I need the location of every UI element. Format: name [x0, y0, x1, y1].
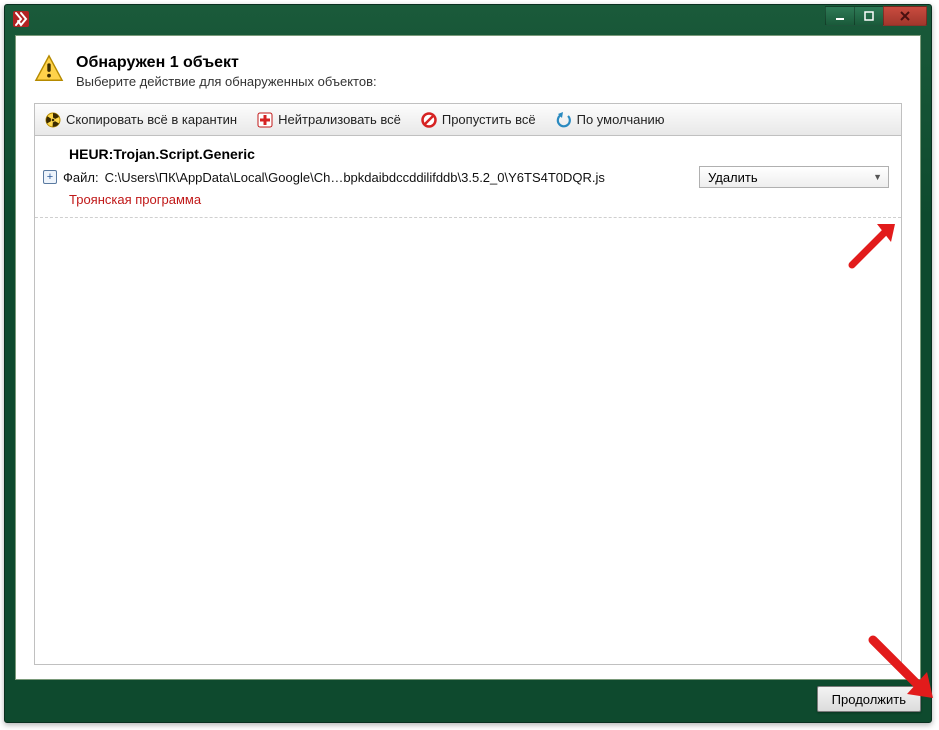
warning-icon: [34, 54, 64, 84]
neutralize-all-label: Нейтрализовать всё: [278, 112, 401, 127]
undo-icon: [556, 112, 572, 128]
client-area: Обнаружен 1 объект Выберите действие для…: [15, 35, 921, 680]
action-dropdown[interactable]: Удалить ▼: [699, 166, 889, 188]
close-button[interactable]: [883, 6, 927, 26]
app-icon: [13, 11, 29, 27]
file-label: Файл:: [63, 170, 99, 185]
dialog-window: Обнаружен 1 объект Выберите действие для…: [4, 4, 932, 723]
neutralize-all-button[interactable]: Нейтрализовать всё: [257, 112, 401, 128]
header-text: Обнаружен 1 объект Выберите действие для…: [76, 54, 377, 89]
header-subtitle: Выберите действие для обнаруженных объек…: [76, 74, 377, 89]
dialog-header: Обнаружен 1 объект Выберите действие для…: [34, 54, 902, 89]
action-selected-label: Удалить: [708, 170, 758, 185]
file-line: + Файл: C:\Users\ПК\AppData\Local\Google…: [43, 166, 889, 188]
radiation-icon: [45, 112, 61, 128]
expand-toggle[interactable]: +: [43, 170, 57, 184]
window-controls: [826, 6, 931, 28]
dialog-footer: Продолжить: [15, 684, 921, 714]
verdict-label: Троянская программа: [69, 192, 889, 207]
titlebar-left: [13, 11, 35, 27]
threat-list: HEUR:Trojan.Script.Generic + Файл: C:\Us…: [34, 135, 902, 665]
maximize-button[interactable]: [854, 6, 884, 26]
minimize-button[interactable]: [825, 6, 855, 26]
defaults-label: По умолчанию: [577, 112, 665, 127]
file-path: C:\Users\ПК\AppData\Local\Google\Ch…bpkd…: [105, 170, 693, 185]
defaults-button[interactable]: По умолчанию: [556, 112, 665, 128]
skip-all-button[interactable]: Пропустить всё: [421, 112, 536, 128]
continue-button[interactable]: Продолжить: [817, 686, 921, 712]
skip-all-label: Пропустить всё: [442, 112, 536, 127]
chevron-down-icon: ▼: [873, 172, 882, 182]
red-cross-icon: [257, 112, 273, 128]
forbidden-icon: [421, 112, 437, 128]
header-title: Обнаружен 1 объект: [76, 54, 377, 72]
quarantine-all-label: Скопировать всё в карантин: [66, 112, 237, 127]
threat-name: HEUR:Trojan.Script.Generic: [69, 146, 889, 162]
titlebar: [5, 5, 931, 33]
quarantine-all-button[interactable]: Скопировать всё в карантин: [45, 112, 237, 128]
list-item: HEUR:Trojan.Script.Generic + Файл: C:\Us…: [35, 136, 901, 218]
action-toolbar: Скопировать всё в карантин Нейтрализоват…: [34, 103, 902, 135]
